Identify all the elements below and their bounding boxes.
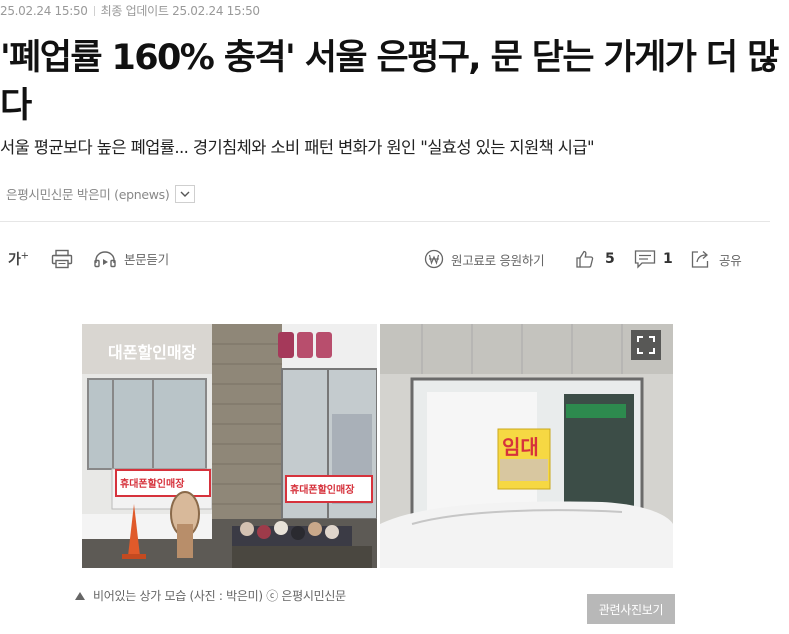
byline-text: 은평시민신문 박은미 (epnews): [6, 187, 170, 202]
byline: 은평시민신문 박은미 (epnews): [6, 184, 196, 203]
published-date: 25.02.24 15:50: [0, 4, 88, 18]
comment-icon: [634, 250, 656, 269]
article-headline: '폐업률 160% 충격' 서울 은평구, 문 닫는 가게가 더 많다: [0, 38, 779, 126]
print-button[interactable]: [51, 249, 73, 269]
photo-caption: 비어있는 상가 모습 (사진 : 박은미) ⓒ 은평시민신문: [75, 587, 346, 604]
support-button[interactable]: 원고료로 응원하기: [424, 249, 545, 269]
updated-date: 25.02.24 15:50: [172, 4, 260, 18]
share-button[interactable]: 공유: [690, 249, 742, 269]
left-window-sign: 휴대폰할인매장: [120, 477, 185, 490]
comment-count: 1: [663, 251, 673, 267]
thumbs-up-icon: [576, 250, 594, 268]
like-button[interactable]: 5: [575, 249, 615, 269]
listen-button[interactable]: 본문듣기: [93, 249, 169, 268]
triangle-up-icon: [75, 591, 85, 600]
comment-button[interactable]: 1: [634, 249, 673, 269]
header-divider: [0, 221, 770, 222]
headphones-icon: [94, 250, 116, 267]
left-sign-text: 대폰할인매장: [108, 343, 197, 362]
updated-label: 최종 업데이트: [100, 4, 169, 18]
caption-text: 비어있는 상가 모습 (사진 : 박은미) ⓒ 은평시민신문: [93, 589, 346, 603]
article-photo[interactable]: 대폰할인매장 휴대폰할인매장 휴대폰할인매장 임대: [82, 324, 673, 568]
like-count: 5: [605, 251, 615, 267]
rent-sign-text: 임대: [502, 435, 539, 459]
font-size-icon: 가+: [8, 249, 29, 269]
font-size-button[interactable]: 가+: [8, 249, 29, 269]
meta-divider: [93, 6, 95, 16]
byline-dropdown-button[interactable]: [175, 184, 196, 203]
listen-label: 본문듣기: [124, 252, 169, 267]
font-size-sup: +: [20, 250, 29, 262]
article-subtitle: 서울 평균보다 높은 폐업률... 경기침체와 소비 패턴 변화가 원인 "실효…: [0, 138, 595, 157]
won-coin-icon: [424, 249, 444, 269]
chevron-down-icon: [180, 191, 190, 197]
right-window-sign: 휴대폰할인매장: [290, 483, 355, 496]
font-size-label: 가: [8, 252, 21, 268]
storefront-photo: 대폰할인매장 휴대폰할인매장 휴대폰할인매장 임대: [82, 324, 673, 568]
article-meta: 25.02.24 15:50 최종 업데이트 25.02.24 15:50: [0, 2, 260, 19]
expand-photo-button[interactable]: [631, 330, 661, 360]
support-label: 원고료로 응원하기: [451, 252, 545, 268]
related-photos-button[interactable]: 관련사진보기: [587, 594, 675, 624]
print-icon: [51, 249, 73, 269]
share-label: 공유: [719, 252, 742, 268]
share-icon: [691, 251, 709, 268]
expand-icon: [637, 336, 655, 354]
